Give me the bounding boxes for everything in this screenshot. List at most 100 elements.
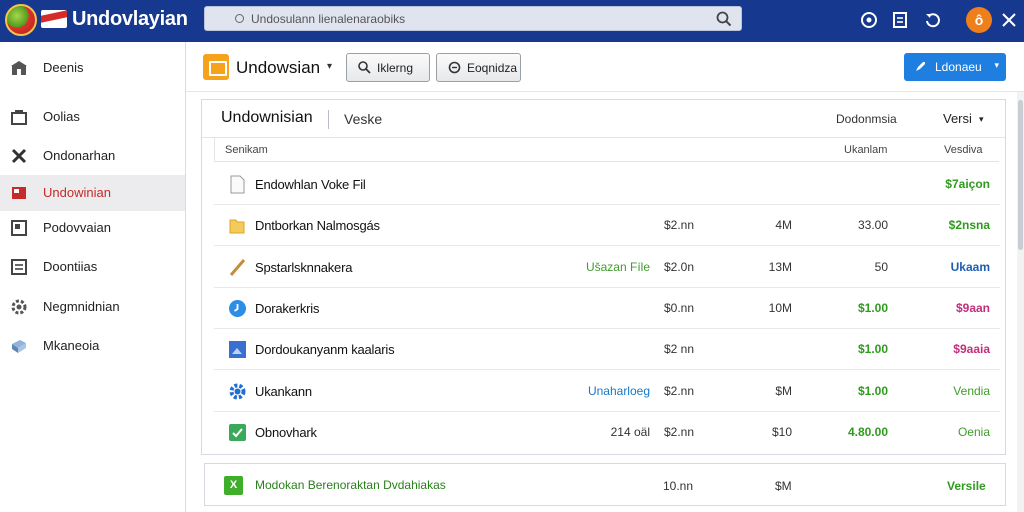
row-price: $2.nn	[663, 384, 694, 398]
row-tag: 214 oäl	[610, 425, 650, 439]
row-name: Endowhlan Voke Fil	[255, 177, 366, 192]
sidebar-item-label: Ondonarhan	[43, 148, 116, 163]
sidebar-item-label: Negmnidnian	[43, 299, 120, 314]
toolbar-title[interactable]: Undowsian	[236, 58, 320, 78]
gear-icon	[229, 383, 246, 400]
search-button[interactable]: Iklerng	[346, 53, 430, 82]
list-icon	[11, 259, 27, 275]
avatar[interactable]: ô	[966, 7, 992, 33]
sheet-icon: X	[224, 476, 243, 495]
table-row[interactable]: Dorakerkris $0.nn 10M $1.00 $9aan	[214, 288, 1000, 329]
tools-icon	[11, 148, 27, 164]
table-row[interactable]: Dntborkan Nalmosgás $2.nn 4M 33.00 $2nsn…	[214, 205, 1000, 246]
row-status: Ukaam	[950, 260, 990, 274]
app-title: Undovlayian	[72, 8, 188, 30]
table-row[interactable]: Spstarlsknnakera Ušazan Fíle $2.0n 13M 5…	[214, 247, 1000, 288]
file-panel: Undownisian Veske Dodonmsia Versi ▾ Seni…	[201, 99, 1006, 455]
row-amount: 4.80.00	[847, 425, 888, 439]
chevron-down-icon[interactable]: ▾	[327, 61, 332, 72]
column-header-name[interactable]: Senikam	[225, 144, 268, 156]
top-bar: Undovlayian Undosulann lienalenaraobiks …	[0, 0, 1024, 42]
sidebar-item-label: Deenis	[43, 60, 84, 75]
sidebar-item-deenis[interactable]: Deenis	[0, 50, 185, 86]
panel-header: Undownisian Veske Dodonmsia Versi ▾	[202, 100, 1005, 138]
sidebar-item-label: Doontiias	[43, 259, 98, 274]
column-header-a[interactable]: Ukanlam	[844, 144, 887, 156]
toolbar: Undowsian ▾ Iklerng Eoqnidza Ldonaeu ▾	[186, 42, 1024, 92]
sidebar-item-ondonarhan[interactable]: Ondonarhan	[0, 138, 185, 174]
row-name: Obnovhark	[255, 425, 317, 440]
footer-row-status: Versile	[947, 479, 986, 493]
row-size: 13M	[768, 260, 792, 274]
tab-veske[interactable]: Veske	[344, 111, 382, 127]
search-input[interactable]: Undosulann lienalenaraobiks	[204, 6, 742, 31]
search-icon[interactable]	[715, 10, 733, 28]
row-name: Dordoukanyanm kaalaris	[255, 342, 395, 357]
row-tag[interactable]: Ušazan Fíle	[586, 260, 650, 274]
table-row[interactable]: Ukankann Unaharloeg $2.nn $M $1.00 Vendi…	[214, 371, 1000, 412]
table-row[interactable]: Dordoukanyanm kaalaris $2 nn $1.00 $9aai…	[214, 329, 1000, 370]
search-icon	[358, 61, 371, 74]
search-button-label: Iklerng	[377, 61, 414, 75]
row-amount: $1.00	[857, 342, 888, 356]
sidebar-item-mkaneoia[interactable]: Mkaneoia	[0, 328, 185, 364]
scrollbar-thumb[interactable]	[1018, 100, 1023, 250]
sidebar-item-oolias[interactable]: Oolias	[0, 99, 185, 135]
sidebar-item-undowinian[interactable]: Undowinian	[0, 175, 185, 211]
document-icon[interactable]	[889, 9, 911, 31]
footer-row[interactable]: X Modokan Berenoraktan Dvdahiakas 10.nn …	[204, 463, 1006, 506]
primary-action-button[interactable]: Ldonaeu ▾	[904, 53, 1006, 81]
flag-icon	[12, 187, 26, 199]
row-name: Dntborkan Nalmosgás	[255, 218, 380, 233]
footer-row-price: 10.nn	[663, 479, 694, 493]
primary-button-label: Ldonaeu	[935, 60, 982, 74]
column-header-b[interactable]: Vesdiva	[944, 144, 983, 156]
search-text: Undosulann lienalenaraobiks	[251, 12, 406, 26]
secondary-button-label: Eoqnidza	[467, 61, 518, 75]
cube-icon	[12, 340, 26, 353]
table-row[interactable]: Obnovhark 214 oäl $2.nn $10 4.80.00 Oeni…	[214, 412, 1000, 453]
rocket-icon	[916, 62, 925, 71]
row-status: $9aaia	[953, 342, 990, 356]
sidebar-item-label: Mkaneoia	[43, 338, 100, 353]
close-icon[interactable]	[998, 9, 1020, 31]
sort-dropdown[interactable]: Versi	[943, 111, 972, 126]
sidebar-item-podovvaian[interactable]: Podovvaian	[0, 210, 185, 246]
row-status: $9aan	[955, 301, 990, 315]
divider	[328, 110, 329, 129]
row-tag[interactable]: Unaharloeg	[588, 384, 650, 398]
panel-header-label[interactable]: Dodonmsia	[836, 112, 897, 126]
chevron-down-icon: ▾	[994, 60, 999, 70]
gear-icon	[11, 299, 27, 315]
sidebar-item-negmnidnian[interactable]: Negmnidnian	[0, 289, 185, 325]
refresh-icon[interactable]	[922, 9, 944, 31]
table-row[interactable]: Endowhlan Voke Fil $7aiçon	[214, 164, 1000, 205]
sidebar-item-label: Podovvaian	[43, 220, 111, 235]
clock-icon	[229, 300, 246, 317]
row-size: $10	[771, 425, 792, 439]
footer-row-size: $M	[775, 479, 792, 493]
row-price: $2.0n	[663, 260, 694, 274]
row-price: $2.nn	[663, 425, 694, 439]
column-headers: Senikam Ukanlam Vesdiva	[214, 138, 999, 162]
help-icon[interactable]	[858, 9, 880, 31]
chevron-down-icon[interactable]: ▾	[979, 114, 984, 125]
app-logo[interactable]	[5, 4, 37, 36]
row-amount: $1.00	[857, 384, 888, 398]
pencil-icon	[229, 259, 246, 276]
folder-icon	[203, 54, 229, 80]
document-icon	[11, 220, 27, 236]
sidebar-item-doontiias[interactable]: Doontiias	[0, 249, 185, 285]
row-status: $2nsna	[948, 218, 990, 232]
row-price: $2.nn	[663, 218, 694, 232]
sidebar-item-label: Undowinian	[43, 185, 111, 200]
file-icon	[230, 175, 245, 194]
row-amount: $1.00	[857, 301, 888, 315]
brand-flag-icon	[41, 10, 67, 28]
row-name: Ukankann	[255, 384, 312, 399]
secondary-button[interactable]: Eoqnidza	[436, 53, 521, 82]
row-amount: 50	[874, 260, 888, 274]
check-icon	[229, 424, 246, 441]
row-size: 4M	[775, 218, 792, 232]
row-size: $M	[775, 384, 792, 398]
